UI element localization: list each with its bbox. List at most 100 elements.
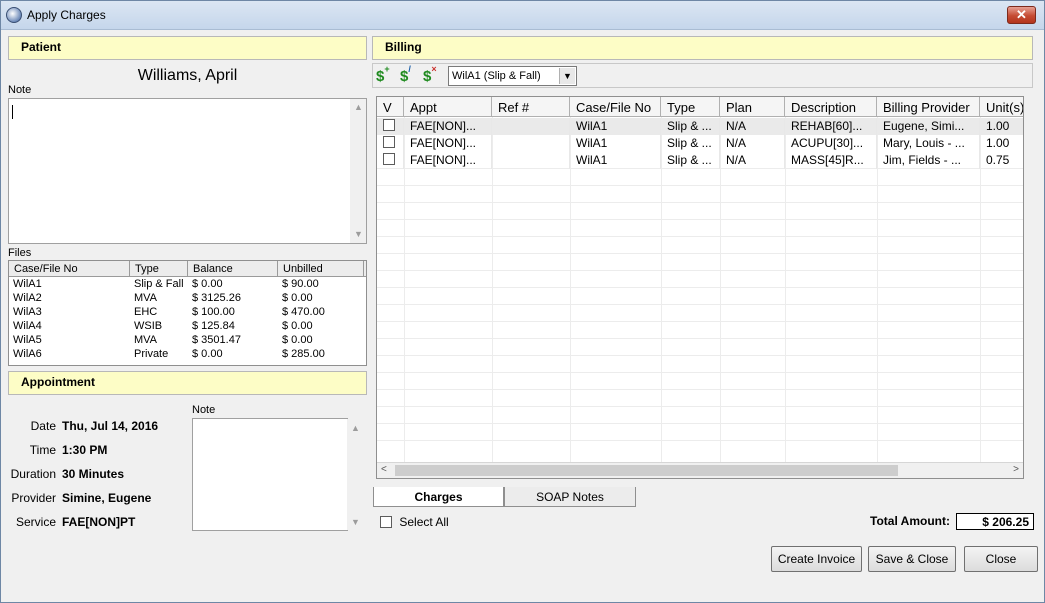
select-all-checkbox[interactable]: Select All xyxy=(380,515,449,531)
charge-checkbox[interactable] xyxy=(377,118,404,135)
create-invoice-button[interactable]: Create Invoice xyxy=(771,546,862,572)
charge-cell: WilA1 xyxy=(570,135,661,152)
appt-provider-label: Provider xyxy=(11,491,56,505)
files-col-balance[interactable]: Balance xyxy=(188,261,278,276)
charge-cell: ACUPU[30]... xyxy=(785,135,877,152)
charge-row[interactable]: FAE[NON]... WilA1 Slip & ... N/A ACUPU[3… xyxy=(377,135,1023,152)
files-cell: $ 125.84 xyxy=(192,320,235,332)
charge-cell: Mary, Louis - ... xyxy=(877,135,980,152)
files-cell: Private xyxy=(134,348,169,360)
col-appt[interactable]: Appt xyxy=(404,97,492,116)
files-cell: WilA1 xyxy=(13,278,42,290)
files-table: Case/File No Type Balance Unbilled WilA1… xyxy=(8,260,367,366)
window-title: Apply Charges xyxy=(27,8,106,22)
files-label: Files xyxy=(8,247,32,259)
col-units[interactable]: Unit(s) xyxy=(980,97,1023,116)
scroll-left-icon[interactable]: < xyxy=(381,464,387,475)
appt-date-label: Date xyxy=(30,419,56,433)
col-billing-provider[interactable]: Billing Provider xyxy=(877,97,980,116)
billing-section-header: Billing xyxy=(372,36,1033,60)
charge-row[interactable]: FAE[NON]... WilA1 Slip & ... N/A REHAB[6… xyxy=(377,118,1023,135)
charge-row[interactable]: FAE[NON]... WilA1 Slip & ... N/A MASS[45… xyxy=(377,152,1023,169)
files-col-type[interactable]: Type xyxy=(130,261,188,276)
files-cell: WilA3 xyxy=(13,306,42,318)
charge-cell: 0.75 xyxy=(980,152,1023,169)
scroll-up-icon[interactable]: ▲ xyxy=(354,102,363,112)
case-select-dropdown[interactable]: WilA1 (Slip & Fall) ▼ xyxy=(448,66,577,86)
files-col-case[interactable]: Case/File No xyxy=(9,261,130,276)
charge-checkbox[interactable] xyxy=(377,135,404,152)
files-cell: WSIB xyxy=(134,320,163,332)
case-select-value: WilA1 (Slip & Fall) xyxy=(452,70,541,82)
files-row[interactable]: WilA6 Private $ 0.00 $ 285.00 xyxy=(9,347,366,361)
scroll-right-icon[interactable]: > xyxy=(1013,464,1019,475)
patient-note-textarea[interactable]: ▲ ▼ xyxy=(8,98,367,244)
appt-note-scrollbar[interactable]: ▲ ▼ xyxy=(347,419,363,530)
appointment-note-label: Note xyxy=(192,404,216,416)
charge-cell: FAE[NON]... xyxy=(404,135,492,152)
charge-checkbox[interactable] xyxy=(377,152,404,169)
files-cell: $ 0.00 xyxy=(192,278,223,290)
chevron-down-icon[interactable]: ▼ xyxy=(559,68,575,84)
col-ref[interactable]: Ref # xyxy=(492,97,570,116)
tab-charges[interactable]: Charges xyxy=(373,487,504,507)
charge-cell: FAE[NON]... xyxy=(404,118,492,135)
delete-charge-icon[interactable]: $× xyxy=(423,64,437,85)
files-cell: WilA5 xyxy=(13,334,42,346)
files-cell: $ 0.00 xyxy=(192,348,223,360)
col-case[interactable]: Case/File No xyxy=(570,97,661,116)
appt-provider-value: Simine, Eugene xyxy=(62,491,152,505)
edit-charge-icon[interactable]: $/ xyxy=(400,64,411,85)
files-row[interactable]: WilA1 Slip & Fall $ 0.00 $ 90.00 xyxy=(9,277,366,291)
files-row[interactable]: WilA3 EHC $ 100.00 $ 470.00 xyxy=(9,305,366,319)
close-button[interactable]: Close xyxy=(964,546,1038,572)
patient-section-header: Patient xyxy=(8,36,367,60)
appt-duration-value: 30 Minutes xyxy=(62,467,125,481)
save-close-button[interactable]: Save & Close xyxy=(868,546,956,572)
grid-horizontal-scrollbar[interactable]: < > xyxy=(377,462,1023,478)
files-cell: MVA xyxy=(134,292,158,304)
charge-cell: Slip & ... xyxy=(661,118,720,135)
appointment-note-textarea[interactable]: ▲ ▼ xyxy=(192,418,363,531)
files-cell: $ 100.00 xyxy=(192,306,235,318)
files-cell: $ 0.00 xyxy=(282,320,313,332)
scroll-down-icon[interactable]: ▼ xyxy=(351,517,360,527)
files-col-unbilled[interactable]: Unbilled xyxy=(278,261,364,276)
scroll-down-icon[interactable]: ▼ xyxy=(354,229,363,239)
files-cell: $ 285.00 xyxy=(282,348,325,360)
select-all-label: Select All xyxy=(399,515,449,529)
text-caret xyxy=(12,105,13,119)
files-cell: EHC xyxy=(134,306,158,318)
col-plan[interactable]: Plan xyxy=(720,97,785,116)
charges-grid-header: V Appt Ref # Case/File No Type Plan Desc… xyxy=(377,97,1023,117)
files-cell: $ 3125.26 xyxy=(192,292,241,304)
charge-cell: 1.00 xyxy=(980,118,1023,135)
col-description[interactable]: Description xyxy=(785,97,877,116)
scroll-up-icon[interactable]: ▲ xyxy=(351,423,360,433)
app-icon xyxy=(6,7,22,23)
appt-service-label: Service xyxy=(15,515,56,529)
total-amount-label: Total Amount: xyxy=(870,514,950,528)
charge-cell xyxy=(492,118,570,135)
add-charge-icon[interactable]: $+ xyxy=(376,64,390,85)
apply-charges-window: Apply Charges ✕ Patient Williams, April … xyxy=(0,0,1045,603)
title-bar[interactable]: Apply Charges ✕ xyxy=(1,1,1044,30)
charge-cell: 1.00 xyxy=(980,135,1023,152)
files-row[interactable]: WilA2 MVA $ 3125.26 $ 0.00 xyxy=(9,291,366,305)
files-cell: $ 3501.47 xyxy=(192,334,241,346)
files-cell: WilA6 xyxy=(13,348,42,360)
files-row[interactable]: WilA4 WSIB $ 125.84 $ 0.00 xyxy=(9,319,366,333)
window-close-button[interactable]: ✕ xyxy=(1007,6,1036,24)
files-cell: Slip & Fall xyxy=(134,278,184,290)
col-type[interactable]: Type xyxy=(661,97,720,116)
tab-soap-notes[interactable]: SOAP Notes xyxy=(504,487,636,507)
checkbox-box[interactable] xyxy=(380,516,392,528)
charge-cell: Jim, Fields - ... xyxy=(877,152,980,169)
charge-cell: Slip & ... xyxy=(661,152,720,169)
appointment-section-header: Appointment xyxy=(8,371,367,395)
col-v[interactable]: V xyxy=(377,97,404,116)
files-row[interactable]: WilA5 MVA $ 3501.47 $ 0.00 xyxy=(9,333,366,347)
note-scrollbar[interactable]: ▲ ▼ xyxy=(350,99,366,243)
scrollbar-thumb[interactable] xyxy=(395,465,898,476)
patient-note-label: Note xyxy=(8,84,32,96)
